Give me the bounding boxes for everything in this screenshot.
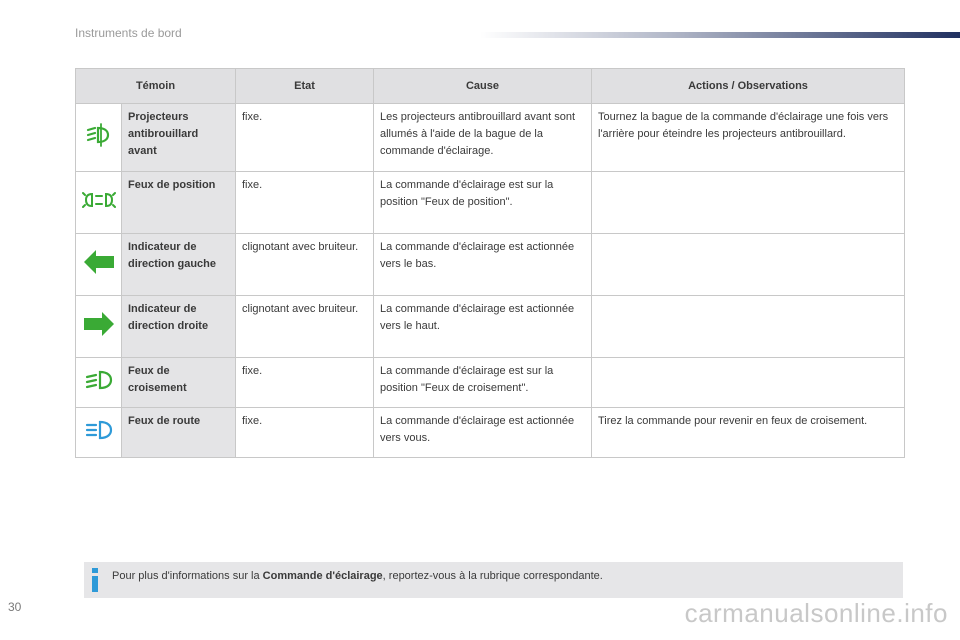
lamp-cause: La commande d'éclairage est sur la posit… [373, 357, 592, 408]
lamp-action: Tournez la bague de la commande d'éclair… [591, 103, 905, 172]
lamp-name: Projecteurs antibrouillard avant [121, 103, 236, 172]
lamp-state: clignotant avec bruiteur. [235, 233, 374, 296]
watermark: carmanualsonline.info [684, 598, 948, 628]
dipped-beam-icon [75, 357, 122, 408]
table-row: Feux de route fixe. La commande d'éclair… [75, 407, 905, 458]
lamp-cause: La commande d'éclairage est actionnée ve… [373, 295, 592, 358]
position-lamp-icon [75, 171, 122, 234]
lamp-name: Feux de position [121, 171, 236, 234]
lamp-name: Indicateur de direction gauche [121, 233, 236, 296]
info-text: Pour plus d'informations sur la Commande… [112, 562, 603, 590]
lamp-state: fixe. [235, 171, 374, 234]
lamp-name: Indicateur de direction droite [121, 295, 236, 358]
lamp-action [591, 233, 905, 296]
column-header-temoin: Témoin [75, 68, 236, 104]
info-text-suffix: , reportez-vous à la rubrique correspond… [382, 570, 603, 582]
lamp-action [591, 295, 905, 358]
info-link-label: Commande d'éclairage [262, 570, 383, 582]
front-fog-lamp-icon [75, 103, 122, 172]
lamp-state: fixe. [235, 407, 374, 458]
info-note: Pour plus d'informations sur la Commande… [84, 562, 903, 598]
column-header-cause: Cause [373, 68, 592, 104]
table-row: Indicateur de direction droite clignotan… [75, 295, 905, 358]
table-header-row: Témoin Etat Cause Actions / Observations [75, 68, 905, 104]
info-text-prefix: Pour plus d'informations sur la [112, 570, 263, 582]
table-row: Feux de croisement fixe. La commande d'é… [75, 357, 905, 408]
column-header-actions: Actions / Observations [591, 68, 905, 104]
lamp-cause: La commande d'éclairage est actionnée ve… [373, 233, 592, 296]
header-decoration-bar [480, 32, 960, 38]
lamp-cause: Les projecteurs antibrouillard avant son… [373, 103, 592, 172]
lamp-name: Feux de croisement [121, 357, 236, 408]
right-arrow-icon [75, 295, 122, 358]
lamp-action: Tirez la commande pour revenir en feux d… [591, 407, 905, 458]
table-row: Indicateur de direction gauche clignotan… [75, 233, 905, 296]
lamp-name: Feux de route [121, 407, 236, 458]
table-row: Feux de position fixe. La commande d'écl… [75, 171, 905, 234]
lamp-state: clignotant avec bruiteur. [235, 295, 374, 358]
left-arrow-icon [75, 233, 122, 296]
info-icon [92, 568, 98, 592]
table-row: Projecteurs antibrouillard avant fixe. L… [75, 103, 905, 172]
lamp-action [591, 357, 905, 408]
section-title: Instruments de bord [75, 26, 182, 40]
warning-lamps-table: Témoin Etat Cause Actions / Observations [75, 68, 905, 458]
lamp-cause: La commande d'éclairage est actionnée ve… [373, 407, 592, 458]
lamp-state: fixe. [235, 103, 374, 172]
column-header-etat: Etat [235, 68, 374, 104]
lamp-cause: La commande d'éclairage est sur la posit… [373, 171, 592, 234]
lamp-action [591, 171, 905, 234]
page-number: 30 [8, 600, 22, 614]
lamp-state: fixe. [235, 357, 374, 408]
main-beam-icon [75, 407, 122, 458]
